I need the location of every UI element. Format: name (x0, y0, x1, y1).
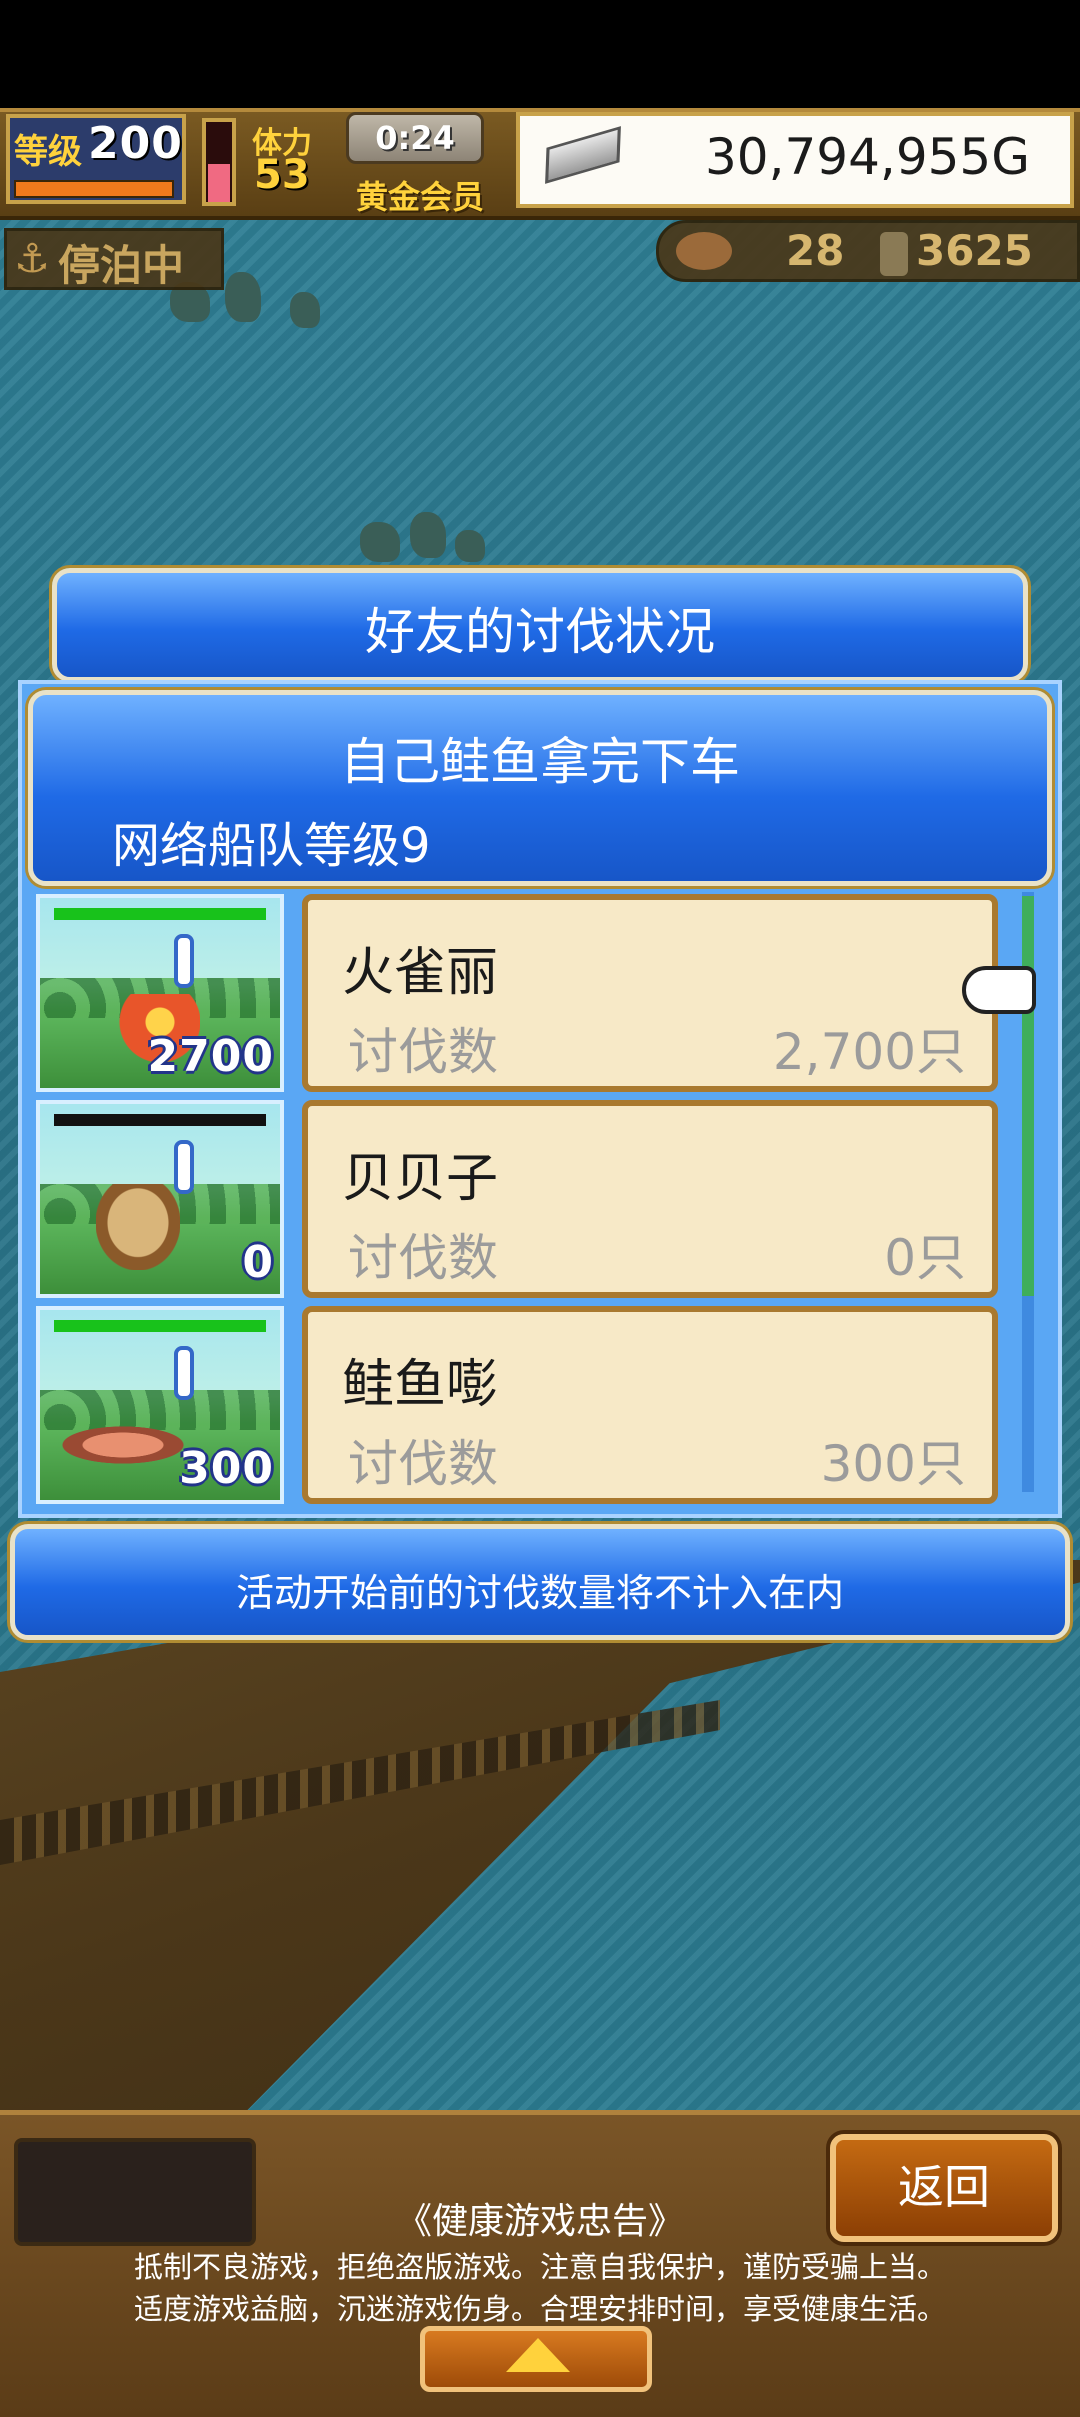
monster-thumbnail: 2700 (36, 894, 284, 1092)
docked-status: 停泊中 (58, 241, 185, 290)
list-item[interactable]: 300 鲑鱼嘭 讨伐数 300只 (32, 1306, 1000, 1504)
health-advisory-line: 抵制不良游戏，拒绝盗版游戏。注意自我保护，谨防受骗上当。 (133, 2250, 946, 2284)
member-card[interactable]: 火雀丽 讨伐数 2,700只 (302, 894, 998, 1092)
hp-bar (54, 1114, 266, 1126)
kill-count-badge: 0 (242, 1237, 274, 1288)
kill-count-label: 讨伐数 (348, 1229, 498, 1287)
coin-count: 3625 (916, 226, 1033, 275)
member-card[interactable]: 贝贝子 讨伐数 0只 (302, 1100, 998, 1298)
monster-thumbnail: 300 (36, 1306, 284, 1504)
team-name: 自己鲑鱼拿完下车 (340, 733, 740, 791)
anchor-icon: ⚓ (14, 236, 50, 282)
rock-icon (360, 522, 400, 562)
kill-count-label: 讨伐数 (348, 1435, 498, 1493)
monster-thumbnail: 0 (36, 1100, 284, 1298)
scrollbar-thumb[interactable] (1022, 896, 1034, 1296)
kill-count-value: 0只 (884, 1229, 966, 1287)
level-label: 等级 (14, 132, 82, 172)
up-arrow-icon (506, 2338, 570, 2372)
pointer-hand-icon (962, 966, 1036, 1014)
rock-icon (225, 272, 261, 322)
exclamation-icon (174, 1346, 194, 1400)
fish-icon (676, 232, 732, 270)
kill-count-badge: 2700 (147, 1031, 274, 1082)
member-card[interactable]: 鲑鱼嘭 讨伐数 300只 (302, 1306, 998, 1504)
note-text: 活动开始前的讨伐数量将不计入在内 (235, 1571, 844, 1615)
hp-bar (54, 908, 266, 920)
rock-icon (410, 512, 446, 558)
member-name: 贝贝子 (342, 1149, 499, 1209)
kill-count-value: 300只 (820, 1435, 966, 1493)
stamina-value: 53 (254, 152, 310, 198)
hermit-crab-icon (96, 1184, 180, 1270)
health-advisory-title: 《健康游戏忠告》 (395, 2201, 684, 2242)
health-advisory-line: 适度游戏益脑，沉迷游戏伤身。合理安排时间，享受健康生活。 (133, 2292, 946, 2326)
member-name: 鲑鱼嘭 (342, 1355, 499, 1415)
fleet-level: 网络船队等级9 (112, 818, 431, 874)
stamina-timer: 0:24 (346, 112, 484, 164)
exp-bar (14, 180, 174, 198)
exclamation-icon (174, 934, 194, 988)
hp-bar (54, 1320, 266, 1332)
kill-count-value: 2,700只 (772, 1023, 966, 1081)
membership-badge[interactable]: 黄金会员 (356, 172, 484, 218)
list-item[interactable]: 2700 火雀丽 讨伐数 2,700只 (32, 894, 1000, 1092)
rock-icon (455, 530, 485, 562)
kill-count-label: 讨伐数 (348, 1023, 498, 1081)
salmon-icon (48, 1422, 198, 1468)
rock-icon (290, 292, 320, 328)
list-item[interactable]: 0 贝贝子 讨伐数 0只 (32, 1100, 1000, 1298)
dialog-title: 好友的讨伐状况 (365, 603, 715, 661)
kill-count-badge: 300 (179, 1443, 274, 1494)
member-name: 火雀丽 (342, 943, 499, 1003)
fish-count: 28 (786, 226, 845, 275)
coin-icon (880, 232, 908, 276)
gold-amount: 30,794,955G (704, 128, 1030, 186)
stamina-gauge-fill (208, 164, 230, 202)
level-value: 200 (88, 118, 183, 169)
